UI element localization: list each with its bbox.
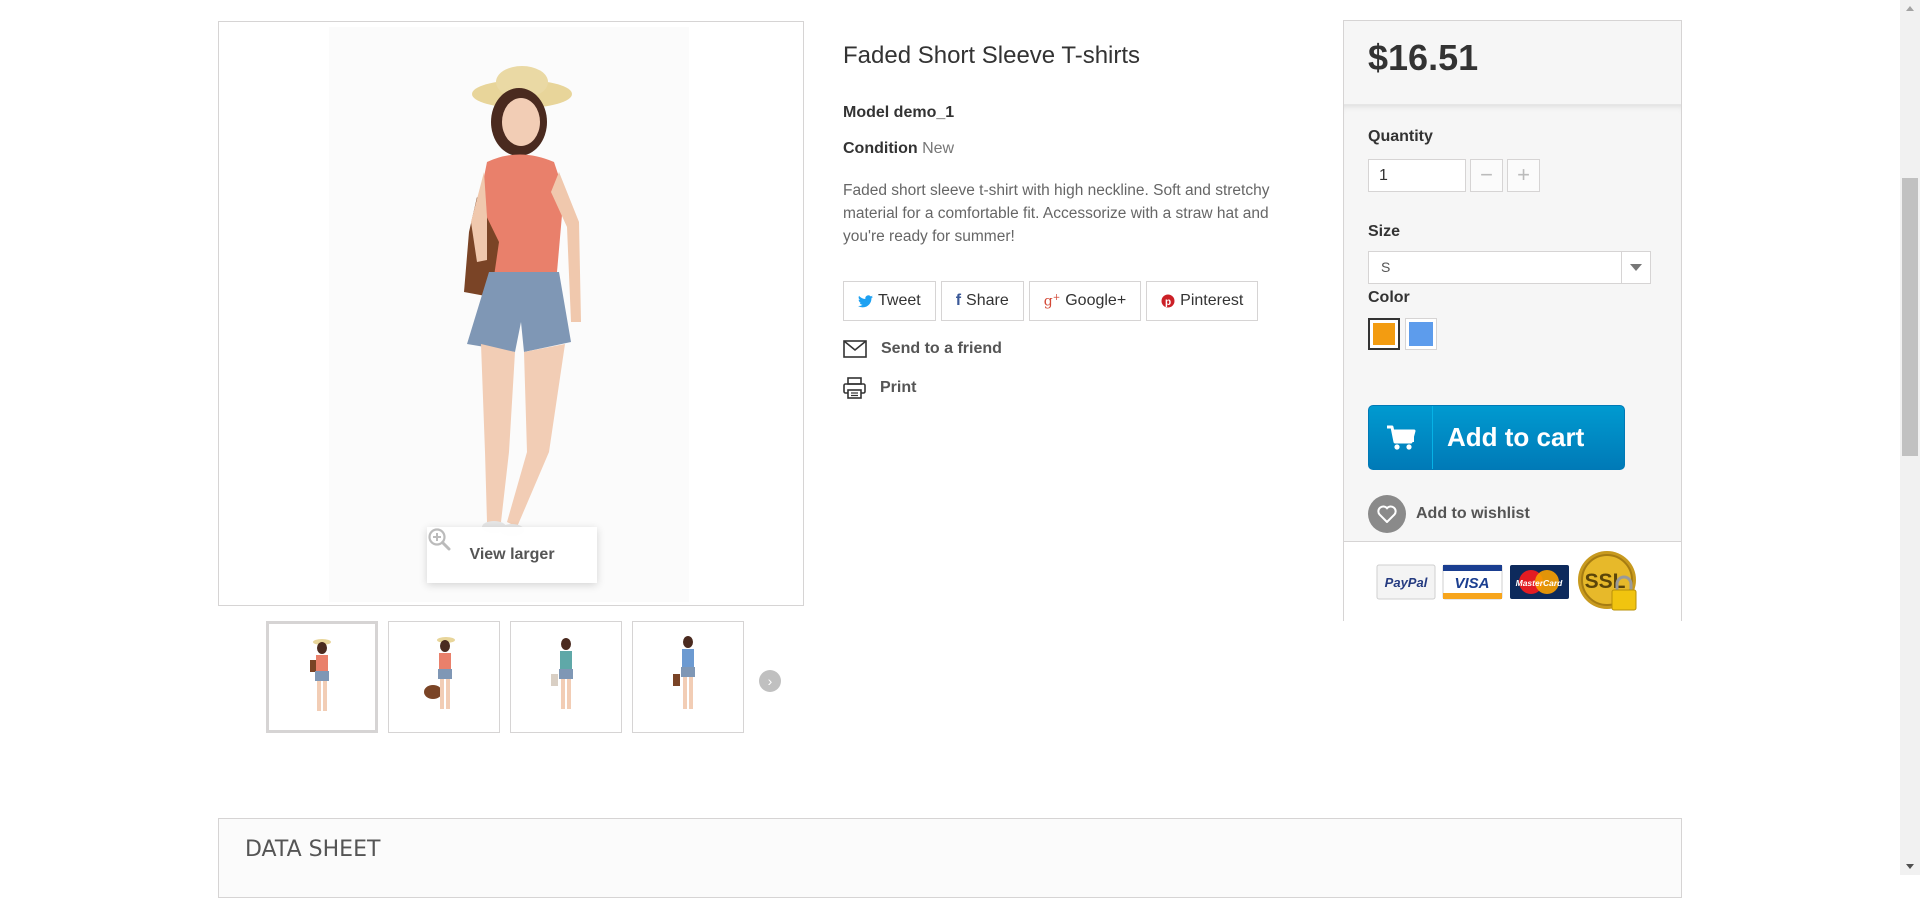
color-label: Color [1368, 289, 1410, 306]
pinterest-label: Pinterest [1180, 292, 1244, 309]
quantity-minus-button[interactable]: − [1470, 159, 1503, 192]
product-main-image[interactable]: View larger [218, 21, 804, 606]
thumbnail-image [673, 636, 695, 709]
quantity-input[interactable]: 1 [1368, 159, 1466, 192]
thumbnail-next-icon[interactable]: › [759, 670, 781, 692]
scrollbar-thumb[interactable] [1902, 178, 1918, 456]
send-to-friend-label: Send to a friend [881, 340, 1002, 357]
thumbnail-image [424, 637, 455, 709]
buy-box: $16.51 Quantity 1 − + Size S Color Add t… [1343, 20, 1682, 621]
printer-icon [843, 377, 866, 399]
thumbnail-4[interactable] [632, 621, 744, 733]
scroll-down-icon[interactable] [1900, 858, 1920, 875]
mastercard-logo: MasterCard [1510, 565, 1569, 599]
model-value: demo_1 [893, 104, 955, 121]
product-description: Faded short sleeve t-shirt with high nec… [843, 182, 1270, 245]
thumbnail-3[interactable] [510, 621, 622, 733]
google-label: Google+ [1065, 292, 1127, 309]
product-title: Faded Short Sleeve T-shirts [843, 42, 1141, 69]
product-condition: Condition New [843, 140, 954, 158]
color-swatch-orange[interactable] [1368, 318, 1400, 350]
facebook-icon: f [955, 292, 962, 309]
tweet-button[interactable]: Tweet [843, 281, 936, 321]
scroll-up-icon[interactable] [1900, 0, 1920, 17]
tweet-label: Tweet [878, 292, 921, 309]
size-select[interactable]: S [1368, 251, 1651, 284]
add-to-cart-label: Add to cart [1447, 422, 1585, 452]
add-to-wishlist-link[interactable]: Add to wishlist [1368, 495, 1530, 533]
pinterest-icon: p [1161, 294, 1175, 308]
quantity-label: Quantity [1368, 128, 1433, 145]
thumbnail-image [551, 638, 573, 709]
condition-value: New [922, 140, 955, 157]
data-sheet-section: DATA SHEET [218, 818, 1682, 898]
size-label: Size [1368, 223, 1401, 240]
send-to-friend-link[interactable]: Send to a friend [843, 340, 1002, 358]
share-label: Share [966, 292, 1009, 309]
add-to-wishlist-label: Add to wishlist [1416, 505, 1530, 522]
data-sheet-title: DATA SHEET [245, 837, 381, 862]
view-larger-label: View larger [469, 546, 555, 563]
product-price: $16.51 [1368, 37, 1479, 78]
google-plus-icon: g+ [1043, 292, 1061, 310]
google-plus-button[interactable]: g+ Google+ [1028, 281, 1142, 321]
chevron-down-icon [1621, 252, 1650, 283]
thumbnail-1[interactable] [266, 621, 378, 733]
payment-logos: PayPal VISA MasterCard SSL [1344, 542, 1681, 621]
add-to-cart-button[interactable]: Add to cart [1368, 405, 1625, 470]
model-label: Model [843, 104, 890, 121]
print-label: Print [880, 379, 917, 396]
pinterest-button[interactable]: p Pinterest [1146, 281, 1259, 321]
product-options: Quantity 1 − + Size S Color [1344, 105, 1681, 387]
condition-label: Condition [843, 140, 918, 157]
heart-icon [1368, 495, 1406, 533]
cart-area: Add to cart Add to wishlist [1344, 387, 1681, 542]
svg-text:PayPal: PayPal [1385, 575, 1428, 590]
facebook-share-button[interactable]: f Share [940, 281, 1024, 321]
envelope-icon [843, 340, 867, 358]
thumbnail-list [266, 621, 744, 733]
svg-text:VISA: VISA [1454, 575, 1489, 592]
svg-text:p: p [1165, 297, 1171, 308]
vertical-scrollbar[interactable] [1900, 0, 1920, 875]
twitter-icon [858, 294, 873, 307]
quantity-plus-button[interactable]: + [1507, 159, 1540, 192]
model-photo [329, 27, 689, 602]
svg-text:MasterCard: MasterCard [1516, 578, 1564, 588]
ssl-seal-logo: SSL [1578, 551, 1637, 611]
size-selected-value: S [1381, 259, 1391, 275]
visa-logo: VISA [1442, 564, 1503, 600]
paypal-logo: PayPal [1376, 564, 1436, 600]
price-area: $16.51 [1344, 21, 1681, 105]
thumbnail-image [310, 639, 331, 711]
social-share-bar: Tweet f Share g+ Google+ p Pinterest [843, 281, 1259, 321]
zoom-in-icon [428, 528, 451, 551]
thumbnail-2[interactable] [388, 621, 500, 733]
shopping-cart-icon [1369, 406, 1433, 469]
print-link[interactable]: Print [843, 377, 916, 399]
color-swatch-blue[interactable] [1405, 318, 1437, 350]
view-larger-button[interactable]: View larger [427, 527, 597, 583]
product-model: Model demo_1 [843, 104, 954, 122]
